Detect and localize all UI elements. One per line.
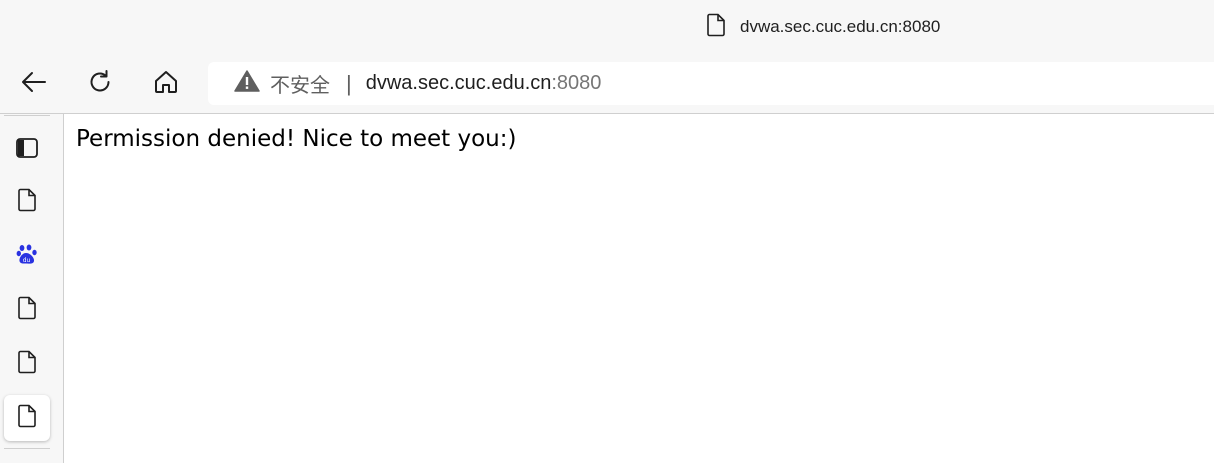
sidebar-tab-baidu[interactable]: du [4, 233, 50, 279]
permission-message: Permission denied! Nice to meet you:) [76, 126, 517, 152]
refresh-icon [87, 69, 113, 100]
security-indicator[interactable]: 不安全 [234, 69, 330, 98]
baidu-paw-icon: du [16, 243, 38, 270]
sidebar-tab-3[interactable] [4, 287, 50, 333]
document-icon [17, 350, 37, 379]
home-icon [153, 69, 179, 100]
url-host: dvwa.sec.cuc.edu.cn [365, 72, 552, 94]
tab-title: dvwa.sec.cuc.edu.cn:8080 [740, 17, 941, 36]
back-button[interactable] [15, 66, 53, 102]
sidebar-panel-icon [15, 136, 39, 165]
document-icon [17, 188, 37, 217]
warning-icon [234, 69, 260, 98]
sidebar-tab-active[interactable] [4, 395, 50, 441]
document-icon [706, 13, 726, 42]
address-separator: | [346, 70, 352, 96]
svg-text:du: du [23, 257, 31, 264]
sidebar-divider [4, 448, 50, 449]
document-icon [17, 296, 37, 325]
title-bar: dvwa.sec.cuc.edu.cn:8080 [0, 0, 1214, 56]
url-port: :8080 [551, 72, 602, 94]
sidebar-divider [4, 115, 50, 116]
home-button[interactable] [147, 66, 185, 102]
toolbar: 不安全 | dvwa.sec.cuc.edu.cn:8080 [0, 56, 1214, 113]
address-bar[interactable]: 不安全 | dvwa.sec.cuc.edu.cn:8080 [208, 62, 1214, 105]
refresh-button[interactable] [81, 66, 119, 102]
vertical-tabs-sidebar: du [0, 114, 64, 463]
url-text[interactable]: dvwa.sec.cuc.edu.cn:8080 [366, 72, 602, 95]
sidebar-toggle-button[interactable] [4, 127, 50, 173]
tab-title-area[interactable]: dvwa.sec.cuc.edu.cn:8080 [706, 13, 941, 42]
back-arrow-icon [20, 70, 48, 99]
document-icon [17, 404, 37, 433]
security-label: 不安全 [270, 75, 330, 97]
page-content: Permission denied! Nice to meet you:) [64, 114, 1214, 463]
sidebar-tab-4[interactable] [4, 341, 50, 387]
sidebar-tab-1[interactable] [4, 179, 50, 225]
